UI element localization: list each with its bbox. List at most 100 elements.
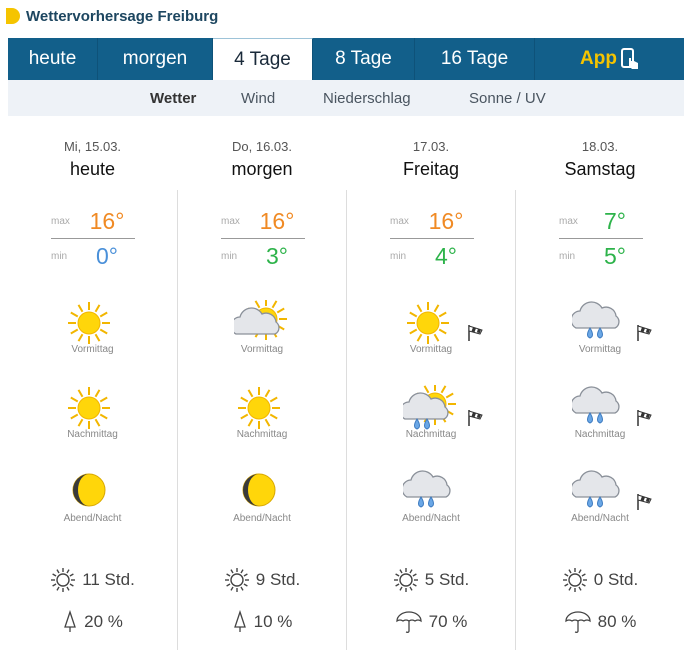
raindrop-icon <box>233 610 246 632</box>
day-name: Samstag <box>564 159 636 179</box>
sun-hours-value: 0 Std. <box>593 570 639 589</box>
rain-probability: 20 % <box>8 610 177 634</box>
rain-probability-value: 10 % <box>253 612 293 631</box>
period-forecast[interactable]: Abend/Nacht <box>516 469 684 524</box>
period-label: Vormittag <box>409 344 453 355</box>
period-tabs: heute morgen 4 Tage 8 Tage 16 Tage App <box>8 38 684 80</box>
min-label: min <box>390 250 407 262</box>
rain-probability-value: 20 % <box>84 612 123 631</box>
sun-hours: 9 Std. <box>178 567 346 593</box>
day-column[interactable]: Do, 16.03. morgen max 16° min 3° Vormittag… <box>177 120 346 650</box>
period-forecast[interactable]: Abend/Nacht <box>8 469 177 524</box>
period-forecast[interactable]: Vormittag <box>516 300 684 355</box>
cloud-sun-rain-icon <box>403 385 456 430</box>
max-label: max <box>51 215 70 227</box>
wind-flag-icon <box>637 410 652 426</box>
phone-tap-icon <box>620 48 638 69</box>
sun-icon <box>68 302 110 344</box>
sub-tabs: Wetter Wind Niederschlag Sonne / UV <box>8 80 684 116</box>
page-header: Wettervorhersage Freiburg <box>6 6 218 26</box>
min-temp: 0° <box>96 242 118 269</box>
max-label: max <box>390 215 409 227</box>
rain-probability: 70 % <box>347 610 515 634</box>
period-forecast[interactable]: Vormittag <box>347 300 515 355</box>
period-label: Vormittag <box>578 344 622 355</box>
period-label: Vormittag <box>240 344 284 355</box>
max-label: max <box>221 215 240 227</box>
period-label: Abend/Nacht <box>402 513 460 524</box>
day-date: 17.03. <box>412 139 450 154</box>
tab-label: morgen <box>122 48 188 69</box>
subtab-sonne-uv[interactable]: Sonne / UV <box>469 90 546 107</box>
tab-16-tage[interactable]: 16 Tage <box>415 38 535 80</box>
sun-icon <box>407 302 449 344</box>
temp-divider <box>559 238 643 239</box>
umbrella-icon <box>395 611 422 633</box>
period-forecast[interactable]: Nachmittag <box>347 385 515 440</box>
day-name: heute <box>69 159 116 179</box>
rain-probability: 80 % <box>516 610 684 634</box>
raindrop-icon <box>64 610 77 632</box>
temp-divider <box>51 238 135 239</box>
subtab-niederschlag[interactable]: Niederschlag <box>323 90 411 107</box>
tab-app[interactable]: App <box>535 38 684 80</box>
subtab-wetter[interactable]: Wetter <box>150 90 196 107</box>
period-label: Vormittag <box>71 344 114 355</box>
tab-label: heute <box>28 48 77 69</box>
subtab-wind[interactable]: Wind <box>241 90 275 107</box>
day-column[interactable]: 18.03. Samstag max 7° min 5° Vormittag Nac… <box>515 120 684 650</box>
tab-label: 8 Tage <box>335 48 392 69</box>
period-forecast[interactable]: Vormittag <box>178 300 346 355</box>
temperature-box: max 16° min 3° <box>221 206 305 271</box>
period-forecast[interactable]: Vormittag <box>8 300 177 355</box>
sun-hours-value: 9 Std. <box>255 570 301 589</box>
day-column[interactable]: 17.03. Freitag max 16° min 4° Vormittag Na… <box>346 120 515 650</box>
tab-8-tage[interactable]: 8 Tage <box>313 38 415 80</box>
period-forecast[interactable]: Abend/Nacht <box>178 469 346 524</box>
logo-icon <box>6 8 20 24</box>
sun-hours-value: 11 Std. <box>82 570 135 589</box>
day-column[interactable]: Mi, 15.03. heute max 16° min 0° Vormittag … <box>8 120 177 650</box>
page-title: Wettervorhersage Freiburg <box>26 7 219 25</box>
min-temp: 5° <box>604 242 626 269</box>
min-temp: 4° <box>435 242 457 269</box>
day-name: morgen <box>231 159 293 179</box>
cloud-rain-icon <box>403 470 451 508</box>
moon-icon <box>242 473 276 507</box>
sun-hours: 0 Std. <box>516 567 684 593</box>
day-date: 18.03. <box>581 139 619 154</box>
period-forecast[interactable]: Nachmittag <box>516 385 684 440</box>
min-label: min <box>51 250 68 262</box>
cloud-rain-icon <box>572 301 620 339</box>
tab-label: App <box>580 48 617 69</box>
period-label: Nachmittag <box>67 429 118 440</box>
period-forecast[interactable]: Nachmittag <box>8 385 177 440</box>
wind-flag-icon <box>468 410 483 426</box>
tab-4-tage[interactable]: 4 Tage <box>213 38 313 80</box>
tab-label: 4 Tage <box>234 48 291 70</box>
sun-hours-icon <box>562 568 587 592</box>
sun-hours-icon <box>224 568 249 592</box>
tab-morgen[interactable]: morgen <box>98 38 213 80</box>
min-temp: 3° <box>266 242 288 269</box>
tab-heute[interactable]: heute <box>8 38 98 80</box>
max-temp: 16° <box>428 207 464 234</box>
temp-divider <box>390 238 474 239</box>
day-name: Freitag <box>402 159 460 179</box>
day-date: Mi, 15.03. <box>63 139 122 154</box>
temperature-box: max 7° min 5° <box>559 206 643 271</box>
period-label: Nachmittag <box>405 429 457 440</box>
rain-probability: 10 % <box>178 610 346 634</box>
temperature-box: max 16° min 4° <box>390 206 474 271</box>
sun-icon <box>238 387 280 429</box>
period-forecast[interactable]: Nachmittag <box>178 385 346 440</box>
tab-label: 16 Tage <box>440 48 509 69</box>
umbrella-icon <box>564 611 591 633</box>
max-label: max <box>559 215 578 227</box>
period-label: Abend/Nacht <box>571 513 629 524</box>
period-forecast[interactable]: Abend/Nacht <box>347 469 515 524</box>
temp-divider <box>221 238 305 239</box>
min-label: min <box>221 250 238 262</box>
sun-hours: 5 Std. <box>347 567 515 593</box>
period-label: Abend/Nacht <box>233 513 291 524</box>
